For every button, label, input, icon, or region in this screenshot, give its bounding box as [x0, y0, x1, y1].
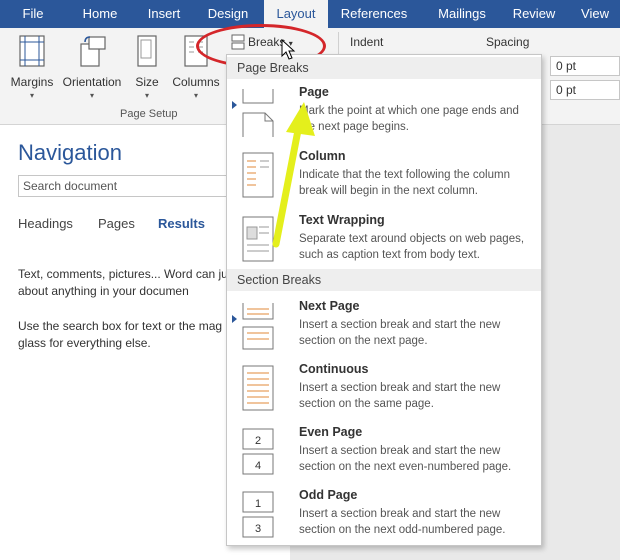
menu-item-column[interactable]: Column Indicate that the text following … [227, 149, 541, 209]
tab-view[interactable]: View [572, 0, 618, 28]
menu-item-desc: Mark the point at which one page ends an… [299, 105, 519, 133]
menu-item-continuous[interactable]: Continuous Insert a section break and st… [227, 362, 541, 422]
menu-item-desc: Indicate that the text following the col… [299, 169, 510, 197]
tab-mailings[interactable]: Mailings [426, 0, 498, 28]
size-button[interactable]: Size ▾ [132, 34, 162, 100]
spacing-after-input[interactable]: 0 pt [550, 80, 620, 100]
chevron-down-icon: ▾ [144, 91, 149, 100]
indent-label: Indent [350, 35, 384, 49]
tab-insert[interactable]: Insert [136, 0, 192, 28]
menu-item-page[interactable]: Page Mark the point at which one page en… [227, 85, 541, 145]
odd-icon-num-bottom: 3 [255, 523, 261, 535]
orientation-label: Orientation [62, 75, 122, 89]
menu-item-desc: Separate text around objects on web page… [299, 233, 525, 261]
page-break-icon [242, 89, 274, 137]
pointer-icon [232, 101, 237, 109]
page-setup-group-label: Page Setup [120, 108, 178, 120]
columns-label: Columns [172, 75, 220, 89]
tab-home[interactable]: Home [72, 0, 128, 28]
tab-references[interactable]: References [336, 0, 412, 28]
spacing-before-input[interactable]: 0 pt [550, 56, 620, 76]
tab-review[interactable]: Review [504, 0, 564, 28]
even-icon-num-bottom: 4 [255, 460, 261, 472]
menu-item-desc: Insert a section break and start the new… [299, 382, 501, 410]
even-icon-num-top: 2 [255, 435, 261, 447]
text-wrapping-icon [242, 216, 274, 262]
odd-page-icon: 1 3 [242, 491, 274, 538]
continuous-icon [242, 365, 274, 411]
chevron-down-icon: ▾ [29, 91, 34, 100]
menu-item-title: Next Page [299, 299, 360, 313]
menu-item-text-wrapping[interactable]: Text Wrapping Separate text around objec… [227, 213, 541, 273]
tab-file[interactable]: File [10, 0, 56, 28]
menu-item-next-page[interactable]: Next Page Insert a section break and sta… [227, 299, 541, 359]
menu-item-desc: Insert a section break and start the new… [299, 445, 512, 473]
even-page-icon: 2 4 [242, 428, 274, 475]
size-label: Size [135, 75, 159, 89]
menu-item-title: Continuous [299, 362, 369, 376]
chevron-down-icon: ▾ [193, 91, 198, 100]
page-breaks-header: Page Breaks [227, 57, 541, 79]
results-message: Text, comments, pictures... Word can jus… [18, 267, 238, 298]
breaks-dropdown-menu: Page Breaks Page Mark the point at which… [226, 54, 542, 546]
menu-item-even-page[interactable]: 2 4 Even Page Insert a section break and… [227, 425, 541, 485]
menu-item-title: Column [299, 149, 346, 163]
search-hint: Use the search box for text or the mag g… [18, 319, 223, 350]
pointer-icon [232, 315, 237, 323]
orientation-icon [80, 36, 106, 67]
menu-item-title: Odd Page [299, 488, 358, 502]
orientation-button[interactable]: Orientation ▾ [60, 34, 124, 100]
tab-results[interactable]: Results [158, 216, 205, 231]
menu-item-title: Even Page [299, 425, 363, 439]
spacing-label: Spacing [486, 35, 530, 49]
menu-item-desc: Insert a section break and start the new… [299, 508, 506, 536]
size-icon [137, 35, 157, 67]
menu-item-odd-page[interactable]: 1 3 Odd Page Insert a section break and … [227, 488, 541, 548]
odd-icon-num-top: 1 [255, 498, 261, 510]
margins-icon [19, 35, 45, 67]
menu-item-desc: Insert a section break and start the new… [299, 319, 501, 347]
margins-button[interactable]: Margins ▾ [8, 34, 56, 100]
menu-item-title: Text Wrapping [299, 213, 385, 227]
tab-pages[interactable]: Pages [98, 216, 135, 231]
search-input[interactable]: Search document [18, 175, 233, 197]
tab-headings[interactable]: Headings [18, 216, 73, 231]
next-page-icon [242, 303, 274, 350]
navigation-title: Navigation [18, 140, 122, 165]
column-break-icon [242, 152, 274, 198]
section-breaks-header: Section Breaks [227, 269, 541, 291]
ribbon-tab-bar: File Home Insert Design Layout Reference… [0, 0, 620, 28]
margins-label: Margins [10, 75, 54, 89]
chevron-down-icon: ▾ [89, 91, 94, 100]
menu-item-title: Page [299, 85, 329, 99]
